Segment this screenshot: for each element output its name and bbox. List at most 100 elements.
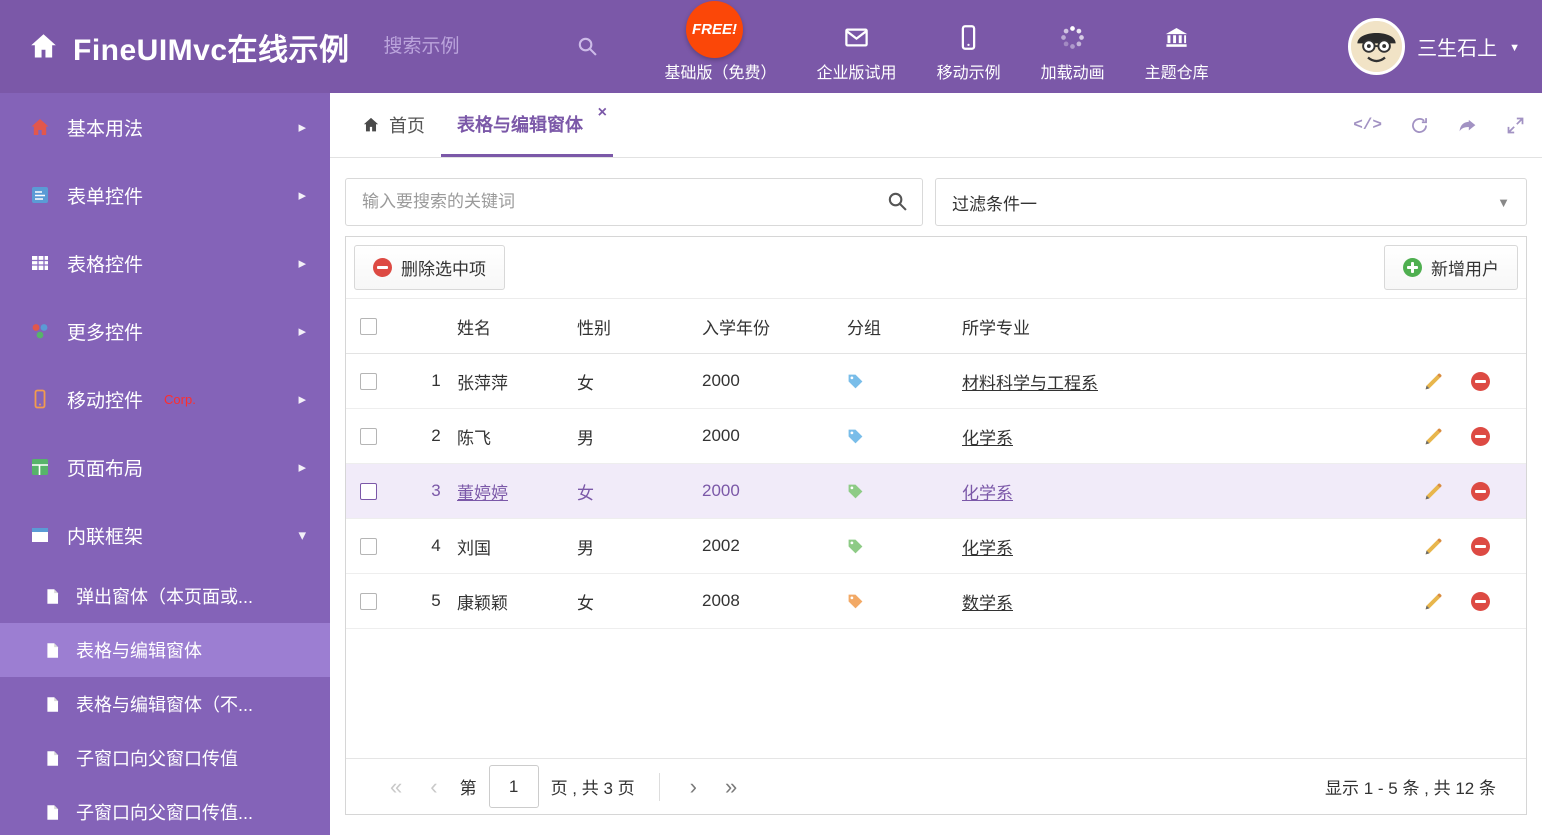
sidebar-subitem-grid-edit-window[interactable]: 表格与编辑窗体 — [0, 623, 330, 677]
sidebar-item-iframe[interactable]: 内联框架 ▾ — [0, 501, 330, 569]
row-checkbox[interactable] — [360, 537, 377, 555]
sidebar-item-basic-usage[interactable]: 基本用法 ▸ — [0, 93, 330, 161]
filter-dropdown-value: 过滤条件一 — [952, 194, 1037, 214]
delete-row-icon[interactable] — [1471, 371, 1490, 391]
select-all-checkbox[interactable] — [360, 317, 377, 335]
row-gender: 女 — [577, 593, 594, 613]
edit-icon[interactable] — [1423, 371, 1444, 392]
tag-icon — [847, 483, 864, 500]
delete-row-icon[interactable] — [1471, 481, 1490, 501]
sidebar-subitem-label: 表格与编辑窗体（不... — [76, 695, 254, 715]
row-checkbox[interactable] — [360, 482, 377, 500]
row-checkbox[interactable] — [360, 427, 377, 445]
row-year: 2000 — [702, 426, 740, 445]
share-icon[interactable] — [1457, 115, 1478, 136]
major-link[interactable]: 材料科学与工程系 — [962, 374, 1098, 393]
search-icon[interactable] — [886, 190, 909, 213]
minus-circle-icon — [373, 258, 392, 277]
sidebar-subitem-grid-edit-window-2[interactable]: 表格与编辑窗体（不... — [0, 677, 330, 731]
sidebar-item-label: 基本用法 — [67, 118, 144, 140]
user-caret-icon: ▼ — [1509, 42, 1520, 54]
chevron-right-icon: ▸ — [298, 323, 306, 340]
brand[interactable]: FineUIMvc在线示例 — [0, 25, 350, 69]
nav-item-enterprise-trial[interactable]: 企业版试用 — [817, 24, 897, 83]
table-row[interactable]: 2 陈飞 男 2000 化学系 — [346, 409, 1526, 464]
tab-tools: </> — [1353, 93, 1526, 157]
next-page-icon[interactable]: › — [676, 775, 711, 798]
row-gender: 女 — [577, 483, 594, 503]
sidebar-subitem-child-to-parent-2[interactable]: 子窗口向父窗口传值... — [0, 785, 330, 835]
sidebar-item-mobile-controls[interactable]: 移动控件 Corp. ▸ — [0, 365, 330, 433]
nav-item-label: 主题仓库 — [1144, 65, 1209, 82]
delete-row-icon[interactable] — [1471, 536, 1490, 556]
edit-icon[interactable] — [1423, 426, 1444, 447]
tab-home[interactable]: 首页 — [346, 93, 441, 157]
nav-item-theme-repo[interactable]: 主题仓库 — [1145, 24, 1209, 83]
nav-item-label: 基础版（免费） — [664, 65, 777, 82]
delete-row-icon[interactable] — [1471, 426, 1490, 446]
fullscreen-icon[interactable] — [1505, 115, 1526, 136]
header-search-input[interactable] — [383, 35, 514, 58]
sidebar-subitem-label: 子窗口向父窗口传值... — [76, 803, 254, 823]
first-page-icon[interactable]: « — [376, 775, 416, 798]
home-icon — [31, 119, 49, 135]
refresh-icon[interactable] — [1409, 115, 1430, 136]
tab-close-icon[interactable]: × — [598, 104, 607, 122]
tag-icon — [847, 373, 864, 390]
table-empty-space — [346, 629, 1526, 758]
filter-row: 过滤条件一 ▼ — [345, 178, 1527, 226]
row-checkbox[interactable] — [360, 592, 377, 610]
page-number-input[interactable] — [488, 765, 539, 808]
edit-icon[interactable] — [1423, 481, 1444, 502]
home-icon — [363, 117, 379, 132]
edit-icon[interactable] — [1423, 536, 1444, 557]
sidebar-item-grid-controls[interactable]: 表格控件 ▸ — [0, 229, 330, 297]
search-icon[interactable] — [576, 35, 599, 58]
keyword-search-input[interactable] — [345, 178, 923, 226]
tab-label: 首页 — [389, 116, 425, 136]
major-link[interactable]: 化学系 — [962, 484, 1013, 503]
sidebar-subitem-label: 表格与编辑窗体 — [76, 641, 202, 661]
grid-toolbar: 删除选中项 新增用户 — [346, 237, 1526, 298]
prev-page-icon[interactable]: ‹ — [416, 775, 451, 798]
pagination-divider — [658, 772, 660, 801]
nav-item-label: 企业版试用 — [816, 65, 897, 82]
header-nav: 基础版（免费） 企业版试用 移动示例 加载动画 主题仓库 — [665, 24, 1209, 83]
column-header-name: 姓名 — [457, 318, 491, 338]
row-year: 2000 — [702, 371, 740, 390]
filter-dropdown[interactable]: 过滤条件一 ▼ — [935, 178, 1527, 226]
row-name: 陈飞 — [457, 428, 491, 448]
row-gender: 男 — [577, 538, 594, 558]
row-checkbox[interactable] — [360, 372, 377, 390]
sidebar-item-more-controls[interactable]: 更多控件 ▸ — [0, 297, 330, 365]
table-row[interactable]: 3 董婷婷 女 2000 化学系 — [346, 464, 1526, 519]
document-icon — [47, 750, 59, 766]
delete-row-icon[interactable] — [1471, 591, 1490, 611]
major-link[interactable]: 化学系 — [962, 539, 1013, 558]
table-row[interactable]: 1 张萍萍 女 2000 材料科学与工程系 — [346, 354, 1526, 409]
tab-grid-edit-window[interactable]: 表格与编辑窗体 × — [441, 93, 613, 157]
major-link[interactable]: 数学系 — [962, 594, 1013, 613]
delete-selected-button[interactable]: 删除选中项 — [354, 245, 505, 290]
user-menu[interactable]: 三生石上 ▼ — [1348, 18, 1542, 75]
table-row[interactable]: 4 刘国 男 2002 化学系 — [346, 519, 1526, 574]
envelope-icon — [845, 28, 868, 47]
sidebar-item-label: 更多控件 — [67, 322, 144, 344]
view-source-icon[interactable]: </> — [1353, 116, 1382, 134]
major-link[interactable]: 化学系 — [962, 429, 1013, 448]
nav-item-mobile-examples[interactable]: 移动示例 — [937, 24, 1001, 83]
edit-icon[interactable] — [1423, 591, 1444, 612]
table-row[interactable]: 5 康颖颖 女 2008 数学系 — [346, 574, 1526, 629]
column-header-group: 分组 — [847, 318, 881, 338]
last-page-icon[interactable]: » — [711, 775, 751, 798]
sidebar-item-label: 内联框架 — [67, 526, 144, 548]
sidebar-item-form-controls[interactable]: 表单控件 ▸ — [0, 161, 330, 229]
sidebar-item-page-layout[interactable]: 页面布局 ▸ — [0, 433, 330, 501]
sidebar-subitem-child-to-parent[interactable]: 子窗口向父窗口传值 — [0, 731, 330, 785]
delete-selected-label: 删除选中项 — [401, 260, 486, 279]
nav-item-loading-animations[interactable]: 加载动画 — [1041, 24, 1105, 83]
add-user-button[interactable]: 新增用户 — [1384, 245, 1518, 290]
row-index: 3 — [431, 481, 441, 500]
sidebar-subitem-popup-window[interactable]: 弹出窗体（本页面或... — [0, 569, 330, 623]
user-name: 三生石上 — [1417, 38, 1498, 60]
